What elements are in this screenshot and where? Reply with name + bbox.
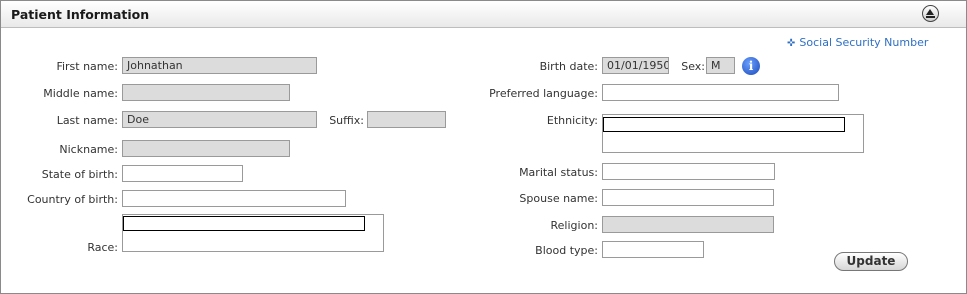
- last-name-field[interactable]: Doe: [122, 111, 317, 128]
- ssn-link-label: Social Security Number: [799, 36, 929, 49]
- spouse-name-label: Spouse name:: [519, 192, 598, 205]
- blood-type-field[interactable]: [602, 241, 704, 258]
- state-of-birth-label: State of birth:: [41, 168, 118, 181]
- update-button[interactable]: Update: [834, 252, 908, 271]
- country-of-birth-label: Country of birth:: [27, 193, 118, 206]
- birth-date-field[interactable]: 01/01/1950: [602, 57, 669, 74]
- panel-title: Patient Information: [11, 7, 150, 22]
- expand-icon: ✜: [787, 38, 796, 49]
- race-label: Race:: [87, 241, 118, 254]
- suffix-field[interactable]: [367, 111, 446, 128]
- country-of-birth-field[interactable]: [122, 190, 346, 207]
- suffix-label: Suffix:: [329, 114, 364, 127]
- first-name-label: First name:: [56, 60, 118, 73]
- nickname-label: Nickname:: [59, 143, 118, 156]
- ethnicity-listbox[interactable]: [602, 114, 864, 153]
- birth-date-label: Birth date:: [539, 60, 598, 73]
- preferred-language-label: Preferred language:: [489, 87, 598, 100]
- blood-type-label: Blood type:: [535, 244, 598, 257]
- preferred-language-field[interactable]: [602, 84, 839, 101]
- ethnicity-selected-row[interactable]: [603, 117, 845, 132]
- marital-status-label: Marital status:: [519, 166, 598, 179]
- social-security-number-link[interactable]: ✜ Social Security Number: [787, 36, 928, 49]
- panel-header: Patient Information: [1, 1, 966, 28]
- middle-name-field[interactable]: [122, 84, 290, 101]
- info-icon[interactable]: i: [742, 57, 760, 75]
- religion-field[interactable]: [602, 216, 774, 233]
- collapse-icon[interactable]: [922, 5, 939, 22]
- ethnicity-label: Ethnicity:: [546, 114, 598, 127]
- sex-field[interactable]: M: [706, 57, 735, 74]
- first-name-field[interactable]: Johnathan: [122, 57, 317, 74]
- state-of-birth-field[interactable]: [122, 165, 243, 182]
- marital-status-field[interactable]: [602, 163, 775, 180]
- last-name-label: Last name:: [56, 114, 118, 127]
- spouse-name-field[interactable]: [602, 189, 774, 206]
- race-selected-row[interactable]: [123, 216, 365, 231]
- nickname-field[interactable]: [122, 140, 290, 157]
- middle-name-label: Middle name:: [43, 87, 118, 100]
- sex-label: Sex:: [681, 60, 705, 73]
- race-listbox[interactable]: [122, 214, 384, 252]
- religion-label: Religion:: [550, 219, 598, 232]
